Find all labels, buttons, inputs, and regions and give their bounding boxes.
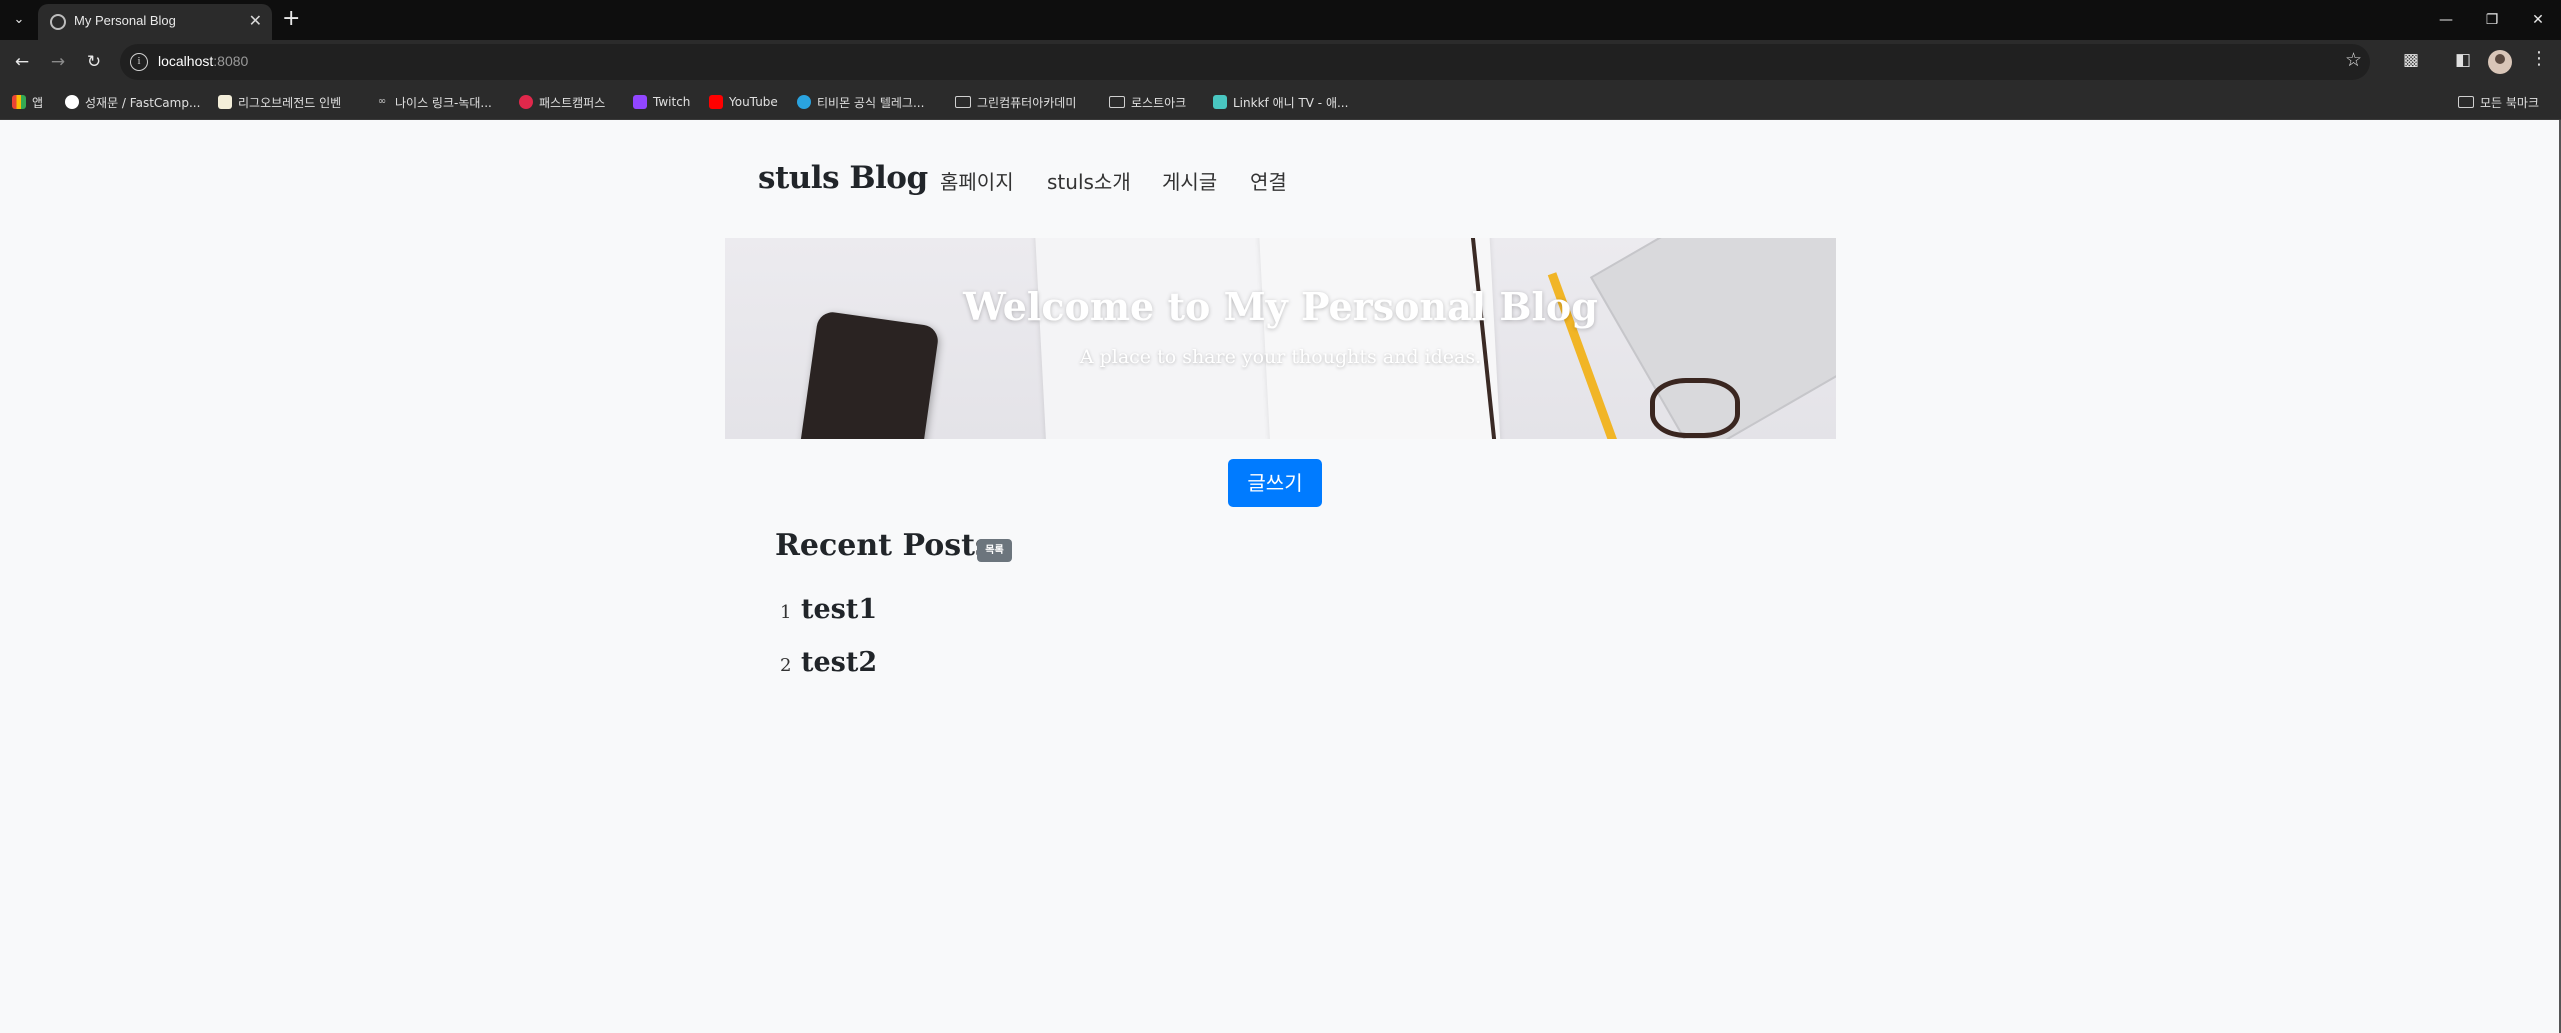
bookmark-apps[interactable]: 앱 — [12, 93, 43, 111]
restore-icon[interactable]: ❐ — [2469, 0, 2515, 40]
bookmark-folder-lostark[interactable]: 로스트아크 — [1109, 93, 1186, 111]
new-tab-plus-icon[interactable]: + — [282, 7, 300, 31]
linkkf-icon — [1213, 95, 1227, 109]
active-tab[interactable]: My Personal Blog ✕ — [38, 4, 272, 40]
league-icon — [218, 95, 232, 109]
close-window-icon[interactable]: ✕ — [2515, 0, 2561, 40]
minimize-icon[interactable]: — — [2423, 0, 2469, 40]
hero-subtitle: A place to share your thoughts and ideas… — [1079, 346, 1482, 368]
hero-glasses-image — [1650, 378, 1740, 438]
twitch-icon — [633, 95, 647, 109]
post-title-link[interactable]: test2 — [801, 647, 877, 678]
nav-link-home[interactable]: 홈페이지 — [940, 166, 1014, 195]
nav-link-posts[interactable]: 게시글 — [1162, 166, 1217, 195]
bookmarks-bar: 앱 성재문 / FastCamp... 리그오브레전드 인벤 ∞ 나이스 링크-녹… — [0, 84, 2561, 120]
hero-title: Welcome to My Personal Blog — [963, 284, 1598, 329]
telegram-icon — [797, 95, 811, 109]
post-title-link[interactable]: test1 — [801, 594, 877, 625]
tab-title: My Personal Blog — [74, 13, 176, 28]
recent-posts-heading: Recent Posts — [775, 528, 992, 563]
extensions-puzzle-icon[interactable]: ▩ — [2403, 50, 2419, 70]
bookmark-link[interactable]: ∞ 나이스 링크-녹대... — [375, 93, 492, 111]
globe-icon — [50, 14, 66, 30]
page-content: stuls Blog 홈페이지 stuls소개 게시글 연결 Welcome t… — [0, 120, 2561, 1033]
site-info-icon[interactable]: i — [130, 53, 148, 71]
reload-icon[interactable]: ↻ — [80, 48, 108, 76]
youtube-icon — [709, 95, 723, 109]
address-bar[interactable]: i localhost:8080 — [120, 44, 2370, 80]
nav-link-contact[interactable]: 연결 — [1250, 166, 1287, 195]
bookmark-linkkf[interactable]: Linkkf 애니 TV - 애... — [1213, 93, 1348, 111]
bookmark-all[interactable]: 모든 북마크 — [2458, 93, 2539, 111]
post-number: 2 — [780, 655, 792, 676]
bookmark-league[interactable]: 리그오브레전드 인벤 — [218, 93, 341, 111]
bookmark-telegram[interactable]: 티비몬 공식 텔레그... — [797, 93, 924, 111]
write-post-button[interactable]: 글쓰기 — [1228, 459, 1322, 507]
hero-banner: Welcome to My Personal Blog A place to s… — [725, 238, 1836, 439]
folder-icon — [955, 96, 971, 108]
side-panel-icon[interactable]: ◧ — [2455, 50, 2471, 70]
bookmark-folder-green[interactable]: 그린컴퓨터아카데미 — [955, 93, 1076, 111]
window-controls: — ❐ ✕ — [2423, 0, 2561, 40]
profile-avatar[interactable] — [2488, 50, 2512, 74]
browser-toolbar: ← → ↻ i localhost:8080 ☆ ▩ ◧ ⋮ — [0, 40, 2561, 84]
fastcampus-icon — [519, 95, 533, 109]
post-number: 1 — [780, 602, 792, 623]
list-item[interactable]: 2 test2 — [780, 647, 877, 681]
list-item[interactable]: 1 test1 — [780, 594, 877, 628]
tab-search-chevron-icon[interactable]: ⌄ — [6, 7, 32, 33]
menu-dots-icon[interactable]: ⋮ — [2530, 48, 2548, 69]
hero-notebook-image — [1035, 238, 1277, 439]
close-tab-icon[interactable]: ✕ — [249, 11, 262, 30]
github-icon — [65, 95, 79, 109]
apps-grid-icon — [12, 95, 26, 109]
link-icon: ∞ — [377, 96, 387, 107]
bookmark-github[interactable]: 성재문 / FastCamp... — [65, 93, 200, 111]
folder-icon — [2458, 96, 2474, 108]
bookmark-youtube[interactable]: YouTube — [709, 93, 778, 111]
hero-notebook-page — [1259, 238, 1501, 439]
url-text[interactable]: localhost:8080 — [158, 53, 248, 69]
list-badge: 목록 — [977, 539, 1012, 562]
hero-phone-image — [798, 310, 940, 439]
nav-link-about[interactable]: stuls소개 — [1047, 166, 1131, 195]
back-arrow-icon[interactable]: ← — [8, 48, 36, 76]
forward-arrow-icon[interactable]: → — [44, 48, 72, 76]
bookmark-fastcampus[interactable]: 패스트캠퍼스 — [519, 93, 605, 111]
bookmark-star-icon[interactable]: ☆ — [2345, 49, 2362, 71]
site-brand[interactable]: stuls Blog — [758, 160, 928, 196]
tab-strip: ⌄ My Personal Blog ✕ + — ❐ ✕ — [0, 0, 2561, 40]
bookmark-twitch[interactable]: Twitch — [633, 93, 690, 111]
folder-icon — [1109, 96, 1125, 108]
